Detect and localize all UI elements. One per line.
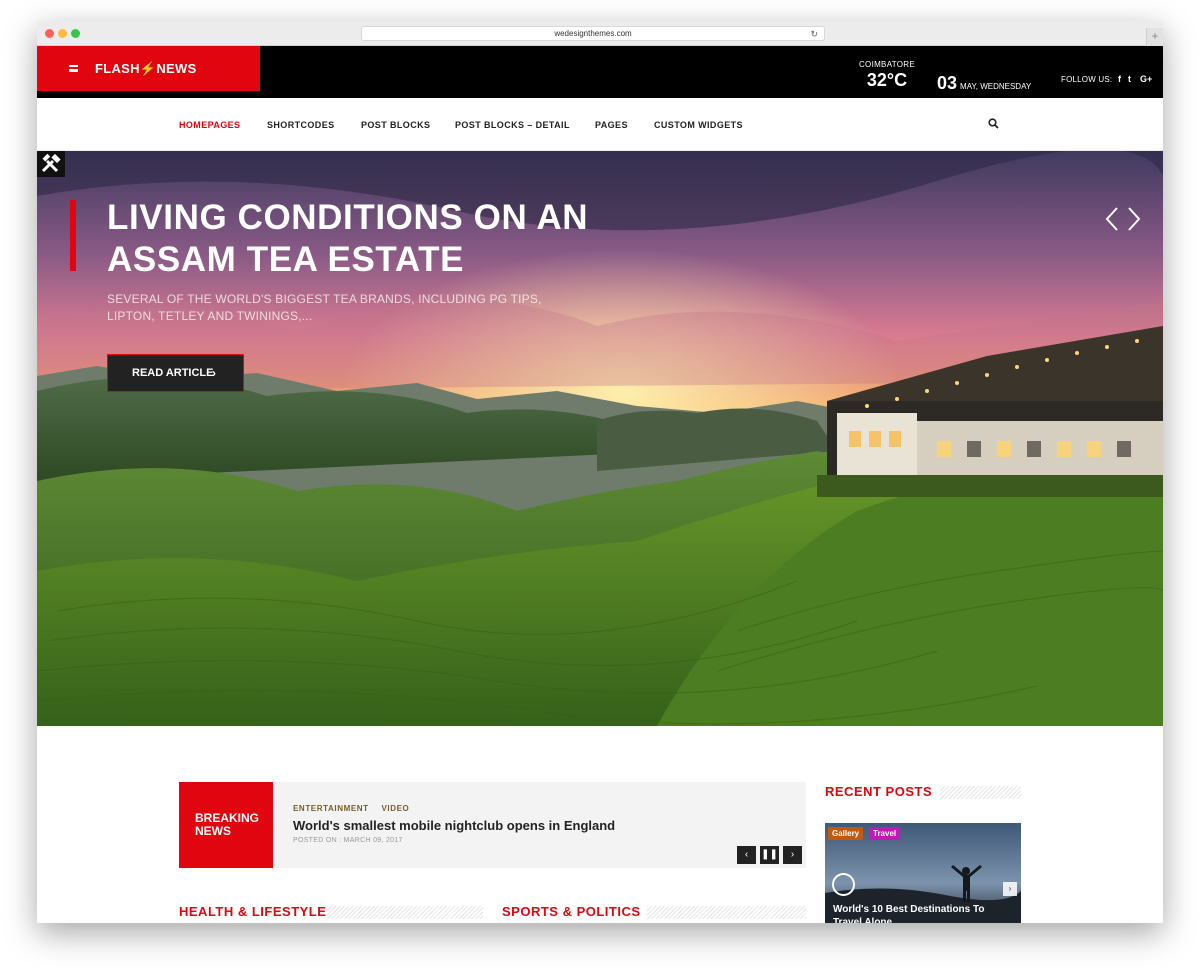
breaking-news-bar: BREAKING NEWS ENTERTAINMENT VIDEO World'… xyxy=(179,782,806,868)
slider-arrows xyxy=(1105,207,1141,231)
date-widget: 03 MAY, WEDNESDAY xyxy=(937,73,1031,94)
read-article-label: READ ARTICLE xyxy=(132,367,214,379)
maximize-window-button[interactable] xyxy=(71,29,80,38)
recent-post-title[interactable]: World's 10 Best Destinations To Travel A… xyxy=(833,903,1003,923)
date-month-weekday: MAY, WEDNESDAY xyxy=(960,82,1032,91)
breaking-news-tags: ENTERTAINMENT VIDEO xyxy=(293,804,419,813)
chevron-right-icon: › xyxy=(212,366,216,380)
hero-title[interactable]: LIVING CONDITIONS ON AN ASSAM TEA ESTATE xyxy=(107,197,667,281)
site-logo[interactable]: FLASH⚡NEWS xyxy=(95,61,197,77)
breaking-prev-button[interactable]: ‹ xyxy=(737,846,756,864)
read-article-button[interactable]: READ ARTICLE › xyxy=(107,354,244,392)
breaking-next-button[interactable]: › xyxy=(783,846,802,864)
close-window-button[interactable] xyxy=(45,29,54,38)
sports-politics-divider xyxy=(647,906,806,919)
google-plus-icon[interactable]: G+ xyxy=(1140,74,1152,84)
nav-item-post-blocks-detail[interactable]: POST BLOCKS – DETAIL xyxy=(455,120,570,130)
hero-excerpt: SEVERAL OF THE WORLD'S BIGGEST TEA BRAND… xyxy=(107,292,542,323)
logo-text-right: NEWS xyxy=(156,61,197,76)
logo-area: FLASH⚡NEWS xyxy=(37,46,260,91)
badge-travel[interactable]: Travel xyxy=(869,827,901,840)
recent-post-card[interactable]: Gallery Travel › World's 10 Best Destina… xyxy=(825,823,1021,923)
tools-icon[interactable] xyxy=(37,151,65,177)
nav-item-shortcodes[interactable]: SHORTCODES xyxy=(267,120,335,130)
tag-video[interactable]: VIDEO xyxy=(381,804,409,813)
address-bar-url: wedesignthemes.com xyxy=(554,29,632,38)
recent-posts-heading: RECENT POSTS xyxy=(825,784,933,799)
slider-next-icon[interactable] xyxy=(1128,207,1141,231)
hero-accent-bar xyxy=(70,200,76,271)
weather-city: COIMBATORE xyxy=(858,60,916,69)
logo-bolt-icon: ⚡ xyxy=(139,61,157,76)
breaking-news-label: BREAKING NEWS xyxy=(179,782,273,868)
breaking-pause-button[interactable]: ❚❚ xyxy=(760,846,779,864)
weather-widget: COIMBATORE 32°C xyxy=(849,60,925,91)
logo-text-left: FLASH xyxy=(95,61,140,76)
minimize-window-button[interactable] xyxy=(58,29,67,38)
nav-item-homepages[interactable]: HOMEPAGES xyxy=(179,120,240,130)
recent-posts-divider xyxy=(940,786,1021,799)
reload-icon[interactable]: ↻ xyxy=(810,27,818,41)
browser-window: wedesignthemes.com ↻ + FLASH⚡NEWS COIMBA… xyxy=(37,21,1163,923)
address-bar[interactable]: wedesignthemes.com ↻ xyxy=(361,26,825,41)
health-lifestyle-heading: HEALTH & LIFESTYLE xyxy=(179,904,327,919)
gallery-play-icon[interactable] xyxy=(832,873,855,896)
breaking-news-headline[interactable]: World's smallest mobile nightclub opens … xyxy=(293,818,615,833)
main-navigation: HOMEPAGES SHORTCODES POST BLOCKS POST BL… xyxy=(37,98,1163,151)
nav-item-pages[interactable]: PAGES xyxy=(595,120,628,130)
hamburger-menu-icon[interactable] xyxy=(69,65,78,72)
nav-item-custom-widgets[interactable]: CUSTOM WIDGETS xyxy=(654,120,743,130)
twitter-icon[interactable]: t xyxy=(1128,74,1131,84)
health-lifestyle-divider xyxy=(327,906,483,919)
breaking-news-date: POSTED ON : MARCH 09, 2017 xyxy=(293,837,403,844)
badge-gallery[interactable]: Gallery xyxy=(828,827,864,840)
search-icon[interactable] xyxy=(988,118,999,129)
new-tab-icon[interactable]: + xyxy=(1146,28,1163,46)
slider-prev-icon[interactable] xyxy=(1105,207,1118,231)
hero-slider: LIVING CONDITIONS ON AN ASSAM TEA ESTATE… xyxy=(37,151,1163,726)
recent-card-next-icon[interactable]: › xyxy=(1003,882,1017,896)
follow-us-label: FOLLOW US: xyxy=(1061,75,1113,84)
facebook-icon[interactable]: f xyxy=(1118,74,1121,84)
tag-entertainment[interactable]: ENTERTAINMENT xyxy=(293,804,369,813)
browser-chrome: wedesignthemes.com ↻ + xyxy=(37,21,1163,46)
site-header: FLASH⚡NEWS COIMBATORE 32°C 03 MAY, WEDNES… xyxy=(37,46,1163,98)
nav-item-post-blocks[interactable]: POST BLOCKS xyxy=(361,120,430,130)
breaking-news-label-line2: NEWS xyxy=(195,824,231,838)
sports-politics-heading: SPORTS & POLITICS xyxy=(502,904,641,919)
weather-temperature: 32°C xyxy=(866,70,908,90)
date-day: 03 xyxy=(937,73,958,93)
